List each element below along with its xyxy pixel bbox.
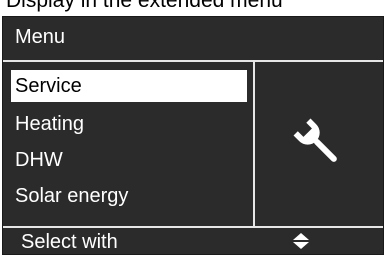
service-symbol-panel (255, 62, 383, 226)
page-caption: Display in the extended menu (6, 0, 283, 12)
up-down-arrows-icon (293, 233, 309, 249)
menu-item-heating[interactable]: Heating (11, 106, 247, 142)
display-screen: Menu Service Heating DHW Solar energy Se… (2, 16, 384, 255)
menu-header: Menu (3, 17, 383, 62)
wrench-icon (293, 118, 337, 162)
menu-area: Service Heating DHW Solar energy (3, 62, 383, 226)
footer-text: Select with (21, 231, 118, 253)
menu-item-service[interactable]: Service (11, 70, 247, 102)
footer-bar: Select with (3, 226, 383, 254)
menu-title: Menu (15, 26, 66, 48)
menu-item-solar-energy[interactable]: Solar energy (11, 178, 247, 214)
menu-list: Service Heating DHW Solar energy (11, 70, 247, 214)
menu-item-dhw[interactable]: DHW (11, 142, 247, 178)
